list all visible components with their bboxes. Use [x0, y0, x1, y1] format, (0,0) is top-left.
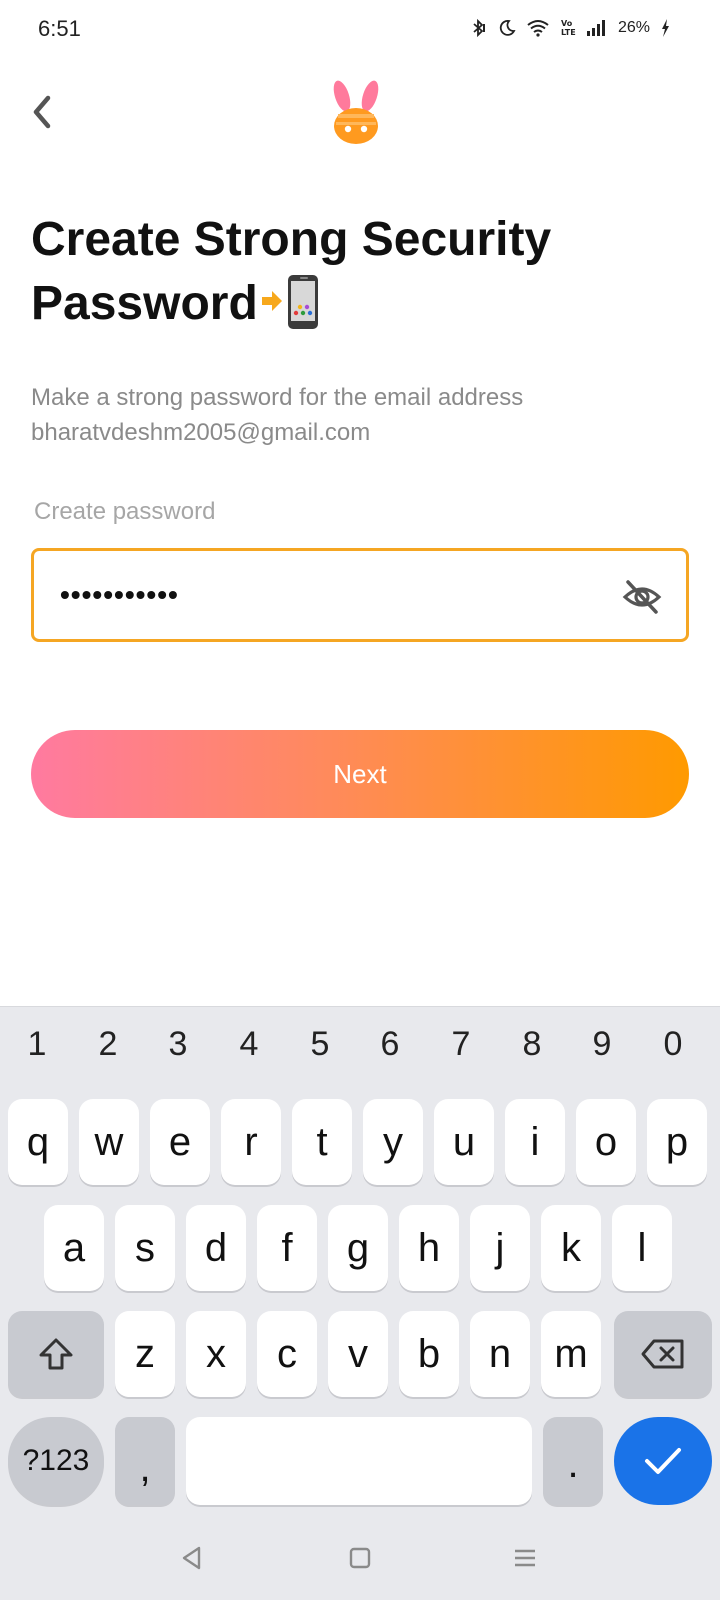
battery-text: 26% [617, 19, 650, 36]
title-line2: Password [31, 277, 258, 330]
key-s[interactable]: s [115, 1205, 175, 1291]
password-input[interactable]: ••••••••••• [31, 548, 689, 642]
key-o[interactable]: o [576, 1099, 636, 1185]
svg-text:Vo: Vo [561, 19, 573, 28]
key-l[interactable]: l [612, 1205, 672, 1291]
status-time: 6:51 [38, 16, 81, 41]
key-h[interactable]: h [399, 1205, 459, 1291]
key-p[interactable]: p [647, 1099, 707, 1185]
key-u[interactable]: u [434, 1099, 494, 1185]
keyboard: 1 2 3 4 5 6 7 8 9 0 q w e r t y u i o p … [0, 1006, 720, 1600]
check-icon [645, 1448, 681, 1474]
charging-icon [660, 18, 670, 38]
key-b[interactable]: b [399, 1311, 459, 1397]
system-nav-bar [0, 1528, 720, 1600]
key-n[interactable]: n [470, 1311, 530, 1397]
key-w[interactable]: w [79, 1099, 139, 1185]
comma-key[interactable]: , [115, 1417, 175, 1505]
password-value: ••••••••••• [60, 579, 179, 610]
key-0[interactable]: 0 [643, 1025, 703, 1064]
email-address: bharatvdeshm2005@gmail.com [31, 419, 371, 446]
shift-key[interactable] [8, 1311, 104, 1397]
status-icons: Vo LTE 26% [468, 18, 670, 38]
key-e[interactable]: e [150, 1099, 210, 1185]
bluetooth-icon [468, 18, 488, 38]
key-j[interactable]: j [470, 1205, 530, 1291]
moon-icon [498, 19, 516, 37]
shift-icon [39, 1338, 73, 1370]
key-i[interactable]: i [505, 1099, 565, 1185]
key-c[interactable]: c [257, 1311, 317, 1397]
eye-off-icon[interactable] [622, 577, 662, 617]
key-t[interactable]: t [292, 1099, 352, 1185]
symbols-key[interactable]: ?123 [8, 1417, 104, 1505]
backspace-icon [641, 1339, 684, 1369]
subtitle-line1: Make a strong password for the email add… [31, 384, 524, 411]
key-4[interactable]: 4 [219, 1025, 279, 1064]
recents-menu-icon[interactable] [505, 1538, 545, 1578]
title-line1: Create Strong Security [31, 213, 552, 266]
key-5[interactable]: 5 [290, 1025, 350, 1064]
key-d[interactable]: d [186, 1205, 246, 1291]
key-9[interactable]: 9 [572, 1025, 632, 1064]
backspace-key[interactable] [614, 1311, 712, 1397]
volte-icon: Vo LTE [560, 18, 576, 38]
wifi-icon [526, 19, 550, 37]
page-title: Create Strong Security Password [31, 208, 691, 348]
subtitle: Make a strong password for the email add… [31, 380, 691, 450]
status-bar: 6:51 Vo LTE 26% [0, 0, 720, 62]
key-q[interactable]: q [8, 1099, 68, 1185]
key-y[interactable]: y [363, 1099, 423, 1185]
signal-icon [586, 19, 608, 37]
period-key[interactable]: . [543, 1417, 603, 1505]
number-row: 1 2 3 4 5 6 7 8 9 0 [0, 1025, 720, 1075]
password-label: Create password [34, 498, 216, 525]
key-x[interactable]: x [186, 1311, 246, 1397]
key-2[interactable]: 2 [78, 1025, 138, 1064]
phone-arrow-emoji [260, 273, 324, 348]
key-k[interactable]: k [541, 1205, 601, 1291]
key-f[interactable]: f [257, 1205, 317, 1291]
done-key[interactable] [614, 1417, 712, 1505]
space-key[interactable] [186, 1417, 532, 1505]
key-7[interactable]: 7 [431, 1025, 491, 1064]
chevron-left-icon [33, 95, 51, 129]
back-button[interactable] [22, 92, 62, 132]
key-z[interactable]: z [115, 1311, 175, 1397]
next-button[interactable]: Next [31, 730, 689, 818]
key-6[interactable]: 6 [360, 1025, 420, 1064]
key-8[interactable]: 8 [502, 1025, 562, 1064]
key-r[interactable]: r [221, 1099, 281, 1185]
key-v[interactable]: v [328, 1311, 388, 1397]
key-1[interactable]: 1 [7, 1025, 67, 1064]
key-3[interactable]: 3 [148, 1025, 208, 1064]
home-square-icon[interactable] [340, 1538, 380, 1578]
key-a[interactable]: a [44, 1205, 104, 1291]
svg-text:LTE: LTE [561, 28, 576, 37]
bunny-logo-icon [324, 78, 388, 148]
back-triangle-icon[interactable] [172, 1538, 212, 1578]
key-g[interactable]: g [328, 1205, 388, 1291]
key-m[interactable]: m [541, 1311, 601, 1397]
